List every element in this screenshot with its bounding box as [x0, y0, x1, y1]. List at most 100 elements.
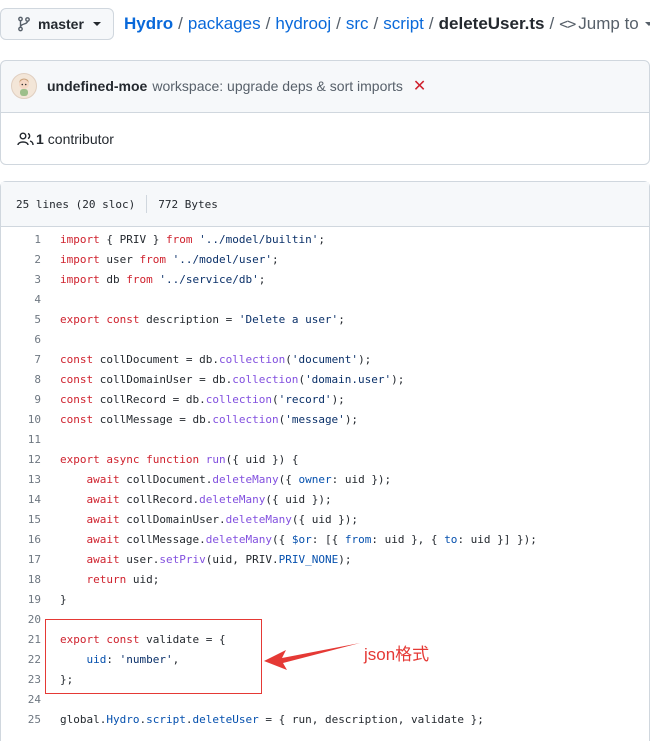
code-token: : uid }, {: [371, 533, 445, 546]
code-line: 2 import user from '../model/user';: [1, 250, 649, 270]
code-token: collection: [212, 413, 279, 426]
breadcrumb-separator: /: [336, 14, 341, 33]
breadcrumb-src-link[interactable]: src: [346, 14, 369, 34]
code-token: description =: [139, 313, 239, 326]
line-number[interactable]: 12: [1, 450, 41, 470]
code-text: await collRecord.deleteMany({ uid });: [60, 490, 332, 510]
line-number[interactable]: 20: [1, 610, 41, 630]
line-number[interactable]: 19: [1, 590, 41, 610]
code-token: function: [146, 453, 200, 466]
branch-label: master: [38, 16, 84, 32]
file-header: 25 lines (20 sloc) 772 Bytes: [1, 182, 649, 227]
line-number[interactable]: 6: [1, 330, 41, 350]
code-token: async: [106, 453, 140, 466]
code-text: const collDocument = db.collection('docu…: [60, 350, 371, 370]
code-token: from: [165, 233, 193, 246]
code-text: await collMessage.deleteMany({ $or: [{ f…: [60, 530, 537, 550]
code-text: import db from '../service/db';: [60, 270, 265, 290]
contributor-count: 1: [36, 131, 44, 147]
code-token: );: [391, 373, 405, 386]
chevron-down-icon: [644, 22, 650, 26]
code-token: export: [60, 453, 100, 466]
line-number[interactable]: 3: [1, 270, 41, 290]
jump-to-label: Jump to: [578, 14, 639, 33]
code-token: '../service/db': [159, 273, 259, 286]
header-divider: [146, 195, 148, 213]
code-token: const: [60, 413, 94, 426]
line-number[interactable]: 16: [1, 530, 41, 550]
line-number[interactable]: 15: [1, 510, 41, 530]
code-token: to: [444, 533, 458, 546]
code-line: 25 global.Hydro.script.deleteUser = { run…: [1, 710, 649, 730]
breadcrumb-hydrooj-link[interactable]: hydrooj: [275, 14, 331, 34]
code-token: collection: [205, 393, 272, 406]
line-number[interactable]: 4: [1, 290, 41, 310]
code-token: from: [126, 273, 153, 286]
line-number[interactable]: 5: [1, 310, 41, 330]
code-token: 'Delete a user': [238, 313, 339, 326]
author-avatar[interactable]: [11, 73, 37, 99]
code-token: collDomainUser = db.: [93, 373, 233, 386]
breadcrumb-separator: /: [428, 14, 434, 33]
code-token: db: [99, 273, 127, 286]
line-number[interactable]: 14: [1, 490, 41, 510]
contributors-link[interactable]: 1 contributor: [17, 131, 114, 147]
code-line: 10 const collMessage = db.collection('mes…: [1, 410, 649, 430]
breadcrumb-packages-link[interactable]: packages: [188, 14, 261, 34]
line-number[interactable]: 24: [1, 690, 41, 710]
code-token: Hydro: [106, 713, 140, 726]
code-line: 11: [1, 430, 649, 450]
code-token: 'record': [278, 393, 332, 406]
code-text: export async function run({ uid }) {: [60, 450, 298, 470]
line-number[interactable]: 17: [1, 550, 41, 570]
code-line: 4: [1, 290, 649, 310]
code-token: deleteMany: [212, 473, 279, 486]
code-token: user: [99, 253, 140, 266]
code-text: await user.setPriv(uid, PRIV.PRIV_NONE);: [60, 550, 352, 570]
code-token: const: [106, 313, 140, 326]
line-number[interactable]: 13: [1, 470, 41, 490]
avatar-image: [19, 78, 29, 96]
check-failed-icon[interactable]: ✕: [413, 76, 426, 96]
line-number[interactable]: 18: [1, 570, 41, 590]
line-number[interactable]: 1: [1, 230, 41, 250]
line-number[interactable]: 22: [1, 650, 41, 670]
commit-message-link[interactable]: workspace: upgrade deps & sort imports: [152, 78, 403, 94]
code-token: : uid }] });: [457, 533, 537, 546]
code-text: await collDocument.deleteMany({ owner: u…: [60, 470, 392, 490]
contributor-label: contributor: [47, 131, 114, 147]
code-token: from: [139, 253, 167, 266]
code-token: ;: [271, 253, 279, 266]
line-number[interactable]: 23: [1, 670, 41, 690]
commit-author-link[interactable]: undefined-moe: [47, 78, 147, 94]
code-line: 12 export async function run({ uid }) {: [1, 450, 649, 470]
line-number[interactable]: 8: [1, 370, 41, 390]
annotation-arrow-icon: [264, 643, 360, 670]
code-text: const collRecord = db.collection('record…: [60, 390, 345, 410]
line-number[interactable]: 7: [1, 350, 41, 370]
line-number[interactable]: 11: [1, 430, 41, 450]
line-number[interactable]: 25: [1, 710, 41, 730]
code-icon: <>: [559, 15, 576, 33]
line-number[interactable]: 2: [1, 250, 41, 270]
line-number[interactable]: 21: [1, 630, 41, 650]
code-token: = { run, description, validate };: [258, 713, 484, 726]
code-token: : uid });: [331, 473, 392, 486]
code-token: deleteMany: [199, 493, 266, 506]
code-token: ({: [278, 473, 299, 486]
breadcrumb-separator: /: [549, 14, 555, 33]
code-token: return: [86, 573, 127, 586]
breadcrumb-script-link[interactable]: script: [383, 14, 424, 34]
branch-select-button[interactable]: master: [0, 8, 114, 40]
code-text: global.Hydro.script.deleteUser = { run, …: [60, 710, 484, 730]
line-number[interactable]: 9: [1, 390, 41, 410]
jump-to-dropdown[interactable]: <> Jump to: [559, 14, 650, 34]
breadcrumb-repo-link[interactable]: Hydro: [124, 14, 173, 34]
code-text: }: [60, 590, 67, 610]
people-icon: [17, 132, 34, 146]
line-number[interactable]: 10: [1, 410, 41, 430]
code-token: ;: [338, 313, 345, 326]
code-token: (: [271, 393, 279, 406]
code-token: collRecord = db.: [93, 393, 206, 406]
